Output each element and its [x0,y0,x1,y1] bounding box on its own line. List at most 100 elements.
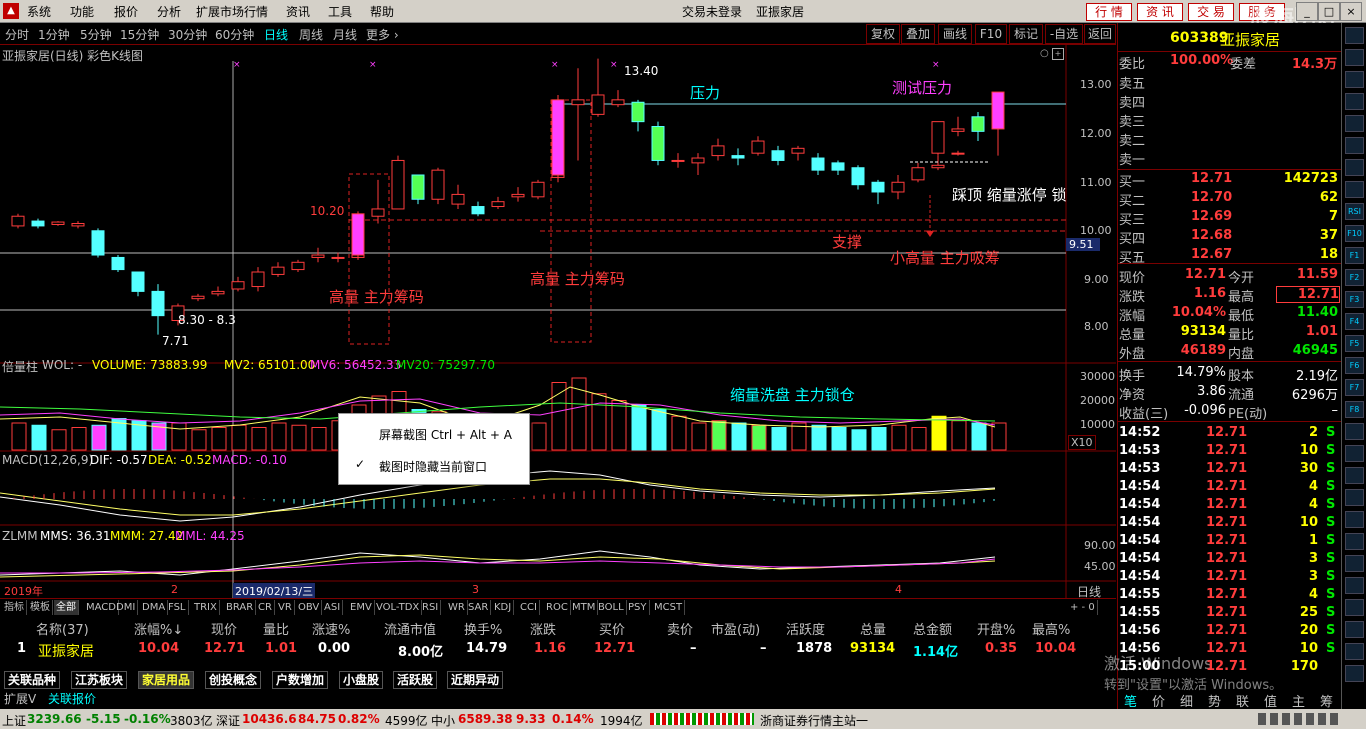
period-5min[interactable]: 5分钟 [80,26,112,43]
sector-tab-3[interactable]: 创投概念 [205,671,262,689]
period-weekly[interactable]: 周线 [299,26,323,43]
indicator-tab-emv[interactable]: EMV [348,600,375,615]
indicator-tab-vr[interactable]: VR [276,600,295,615]
sector-tab-4[interactable]: 户数增加 [272,671,329,689]
column-header-change[interactable]: 涨跌 [530,619,556,638]
indicator-tab-dmi[interactable]: DMI [114,600,139,615]
chart-line-icon[interactable] [1345,555,1364,572]
rsi-icon[interactable] [1345,489,1364,506]
maximize-button[interactable]: □ [1318,2,1340,21]
indicator-tab-asi[interactable]: ASI [322,600,344,615]
f3-icon[interactable] [1345,181,1364,198]
draw-line-button[interactable]: 画线 [938,24,972,44]
indicator-tab-vol-tdx[interactable]: VOL-TDX [374,600,423,615]
column-header-activity[interactable]: 活跃度 [786,619,825,638]
tick-panel-tab[interactable]: 值 [1264,691,1277,710]
menu-extended-market[interactable]: 扩展市场行情 [196,3,268,20]
f10-icon[interactable]: F7 [1345,379,1364,396]
f1-icon[interactable] [1345,665,1364,682]
menu-system[interactable]: 系统 [27,3,51,20]
overlay-button[interactable]: 叠加 [901,24,935,44]
period-60min[interactable]: 60分钟 [215,26,254,43]
f1-icon[interactable] [1345,137,1364,154]
adjust-button[interactable]: 复权 [866,24,900,44]
indicator-tab-fsl[interactable]: FSL [166,600,189,615]
tab-related-quote[interactable]: 关联报价 [48,690,96,707]
column-header-speed[interactable]: 涨速% [312,619,350,638]
sector-tab-2[interactable]: 家居用品 [138,671,195,689]
indicator-tab-kdj[interactable]: KDJ [492,600,515,615]
column-header-turnover[interactable]: 换手% [464,619,502,638]
chart-line-icon[interactable]: F3 [1345,291,1364,308]
indicator-tab-boll[interactable]: BOLL [596,600,627,615]
f10-icon[interactable] [1345,643,1364,660]
grid-icon[interactable]: F6 [1345,357,1364,374]
tick-panel-tab[interactable]: 笔 [1124,691,1137,710]
rsi-icon[interactable]: F10 [1345,225,1364,242]
indicator-tab-obv[interactable]: OBV [296,600,323,615]
sector-tab-7[interactable]: 近期异动 [447,671,504,689]
indicator-tab-trix[interactable]: TRIX [192,600,220,615]
indicator-tab-全部[interactable]: 全部 [54,600,79,615]
period-timeshare[interactable]: 分时 [5,26,29,43]
indicator-tab-sar[interactable]: SAR [466,600,492,615]
news-icon[interactable]: F1 [1345,247,1364,264]
candlestick-icon[interactable] [1345,599,1364,616]
list-icon[interactable] [1345,467,1364,484]
tab-extend[interactable]: 扩展V [4,690,36,707]
indicator-tab-rsi[interactable]: RSI [420,600,442,615]
column-header-volume[interactable]: 总量 [860,619,886,638]
market-button[interactable]: 行 情 [1086,3,1132,21]
remove-watchlist-button[interactable]: -自选 [1045,24,1083,44]
f2-icon[interactable] [1345,423,1364,440]
column-header-float-cap[interactable]: 流通市值 [384,619,436,638]
indicator-tab-mtm[interactable]: MTM [570,600,599,615]
f2-icon[interactable] [1345,159,1364,176]
period-30min[interactable]: 30分钟 [168,26,207,43]
indicator-tab-brar[interactable]: BRAR [224,600,257,615]
f1-icon[interactable]: F8 [1345,401,1364,418]
tick-panel-tab[interactable]: 细 [1180,691,1193,710]
indicator-tab-roc[interactable]: ROC [544,600,571,615]
trade-button[interactable]: 交 易 [1188,3,1234,21]
sector-tab-5[interactable]: 小盘股 [339,671,384,689]
kline-chart-area[interactable]: × × × × × 亚振家居(日线) 彩色K线图 + ○ 13.00 12.00 11.… [0,45,1116,599]
sector-tab-0[interactable]: 关联品种 [4,671,61,689]
indicator-tab-mcst[interactable]: MCST [652,600,686,615]
grid-icon[interactable] [1345,93,1364,110]
column-header-price[interactable]: 现价 [211,619,237,638]
minimize-button[interactable]: _ [1296,2,1318,21]
column-header-ask[interactable]: 卖价 [667,619,693,638]
indicator-tab-psy[interactable]: PSY [626,600,650,615]
context-menu-item-screenshot[interactable]: 屏幕截图 Ctrl + Alt + A [339,422,529,444]
menu-function[interactable]: 功能 [70,3,94,20]
settings-icon[interactable] [1345,533,1364,550]
period-monthly[interactable]: 月线 [333,26,357,43]
indicator-tab-cci[interactable]: CCI [518,600,540,615]
column-header-vol-ratio[interactable]: 量比 [263,619,289,638]
f10-button[interactable]: F10 [975,24,1007,44]
indicator-tab-dma[interactable]: DMA [140,600,169,615]
column-header-amount[interactable]: 总金额 [913,619,952,638]
kline-chart-svg[interactable]: × × × × × [0,45,1116,598]
chart-bar-icon[interactable] [1345,577,1364,594]
period-daily[interactable]: 日线 [264,26,288,43]
sector-tab-1[interactable]: 江苏板块 [71,671,128,689]
indicator-zoom-controls[interactable]: + - 0 [1068,600,1098,615]
context-menu-item-hide-window[interactable]: ✓ 截图时隐藏当前窗口 [339,454,529,476]
tick-panel-tab[interactable]: 联 [1236,691,1249,710]
chart-minimize-icon[interactable]: ○ [1040,48,1049,59]
menu-quote[interactable]: 报价 [114,3,138,20]
f3-icon[interactable] [1345,445,1364,462]
menu-help[interactable]: 帮助 [370,3,394,20]
table-row[interactable]: 1 亚振家居 10.04 12.71 1.01 0.00 8.00亿 14.79… [0,639,1116,661]
period-1min[interactable]: 1分钟 [38,26,70,43]
chart-bar-icon[interactable] [1345,49,1364,66]
column-header-change-pct[interactable]: 涨幅%↓ [134,619,183,638]
chart-settings-icon[interactable]: + [1052,48,1064,60]
indicator-tab-cr[interactable]: CR [256,600,275,615]
period-more[interactable]: 更多 › [366,26,399,43]
news-button[interactable]: 资 讯 [1137,3,1183,21]
chart-line-icon[interactable] [1345,27,1364,44]
candlestick-icon[interactable]: F5 [1345,335,1364,352]
